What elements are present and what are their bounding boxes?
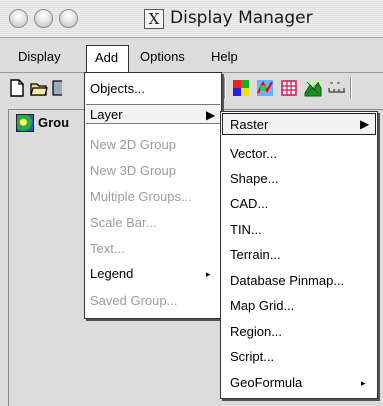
- menu-help[interactable]: Help: [211, 49, 238, 64]
- save-icon[interactable]: [52, 79, 62, 97]
- menu-item-raster-label: Raster: [230, 117, 269, 132]
- menu-item-script[interactable]: Script...: [230, 349, 274, 364]
- menu-item-database-pinmap[interactable]: Database Pinmap...: [230, 273, 344, 288]
- menu-options[interactable]: Options: [140, 49, 185, 64]
- toolbar-separator-2: [350, 77, 352, 99]
- menu-item-tin[interactable]: TIN...: [230, 222, 262, 237]
- add-scale-bar-icon[interactable]: [328, 79, 346, 97]
- raster-submenu-arrow-icon: ▶: [360, 117, 370, 131]
- menu-display[interactable]: Display: [18, 49, 61, 64]
- menu-item-text: Text...: [90, 241, 125, 256]
- menu-item-raster[interactable]: Raster ▶: [222, 113, 376, 135]
- zoom-window-button[interactable]: [59, 9, 78, 28]
- add-raster-icon[interactable]: [232, 79, 250, 97]
- menu-item-saved-group: Saved Group...: [90, 293, 178, 308]
- tree-group-label[interactable]: Grou: [38, 115, 69, 130]
- x11-app-icon: X: [144, 9, 164, 29]
- add-terrain-icon[interactable]: [304, 79, 322, 97]
- menu-item-map-grid[interactable]: Map Grid...: [230, 298, 294, 313]
- menu-item-scale-bar: Scale Bar...: [90, 215, 157, 230]
- layer-submenu: Raster ▶ Vector... Shape... CAD... TIN..…: [220, 111, 378, 399]
- display-manager-window: X Display Manager Display Options Help A…: [0, 0, 383, 406]
- new-document-icon[interactable]: [8, 79, 26, 97]
- add-vector-icon[interactable]: [256, 79, 274, 97]
- submenu-arrow-icon: ▶: [206, 108, 216, 122]
- legend-submenu-arrow-icon: ▸: [206, 269, 211, 279]
- menu-item-cad[interactable]: CAD...: [230, 196, 268, 211]
- menu-item-layer-label: Layer: [90, 107, 123, 122]
- menu-item-region[interactable]: Region...: [230, 324, 282, 339]
- minimize-window-button[interactable]: [34, 9, 53, 28]
- geoformula-submenu-arrow-icon: ▸: [361, 378, 366, 388]
- close-window-button[interactable]: [9, 9, 28, 28]
- title-bar: X Display Manager: [0, 0, 383, 38]
- menu-item-layer[interactable]: Layer ▶: [86, 104, 220, 124]
- add-menu-dropdown: Objects... Layer ▶ New 2D Group New 3D G…: [84, 72, 222, 319]
- add-grid-icon[interactable]: [280, 79, 298, 97]
- menu-add[interactable]: Add: [86, 45, 129, 72]
- menu-bar: Display Options Help: [0, 44, 383, 72]
- menu-item-geoformula[interactable]: GeoFormula: [230, 375, 302, 390]
- menu-item-multiple-groups: Multiple Groups...: [90, 189, 192, 204]
- menu-item-terrain[interactable]: Terrain...: [230, 247, 281, 262]
- menu-add-label: Add: [95, 50, 119, 65]
- menu-item-new-3d-group: New 3D Group: [90, 163, 176, 178]
- group-map-icon: [16, 114, 34, 132]
- toolbar-separator: [224, 77, 226, 99]
- window-title: Display Manager: [170, 8, 313, 28]
- menu-item-shape[interactable]: Shape...: [230, 171, 278, 186]
- open-folder-icon[interactable]: [30, 79, 48, 97]
- menu-item-vector[interactable]: Vector...: [230, 146, 277, 161]
- menu-item-objects[interactable]: Objects...: [90, 81, 145, 96]
- menu-item-new-2d-group: New 2D Group: [90, 137, 176, 152]
- menu-item-legend[interactable]: Legend: [90, 266, 133, 281]
